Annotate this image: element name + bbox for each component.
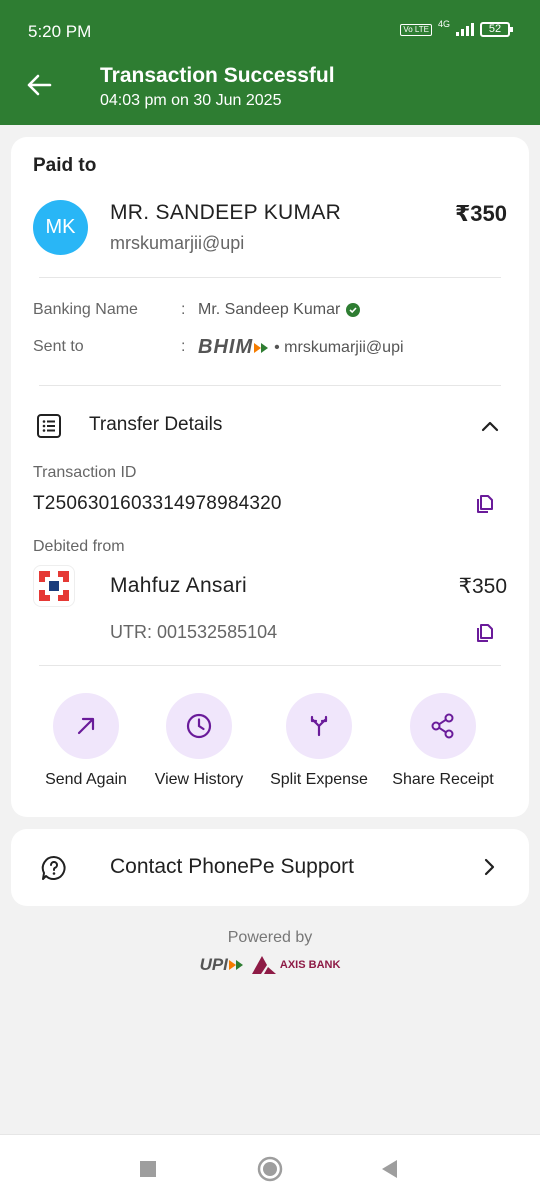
colon: : <box>181 301 186 318</box>
share-icon <box>431 713 454 739</box>
banking-name-text: Mr. Sandeep Kumar <box>198 301 341 318</box>
share-receipt-button[interactable]: Share Receipt <box>378 693 508 789</box>
divider <box>39 385 501 386</box>
transfer-details-title[interactable]: Transfer Details <box>89 414 222 436</box>
page-title: Transaction Successful <box>100 64 335 87</box>
signal-icon <box>456 23 474 36</box>
transaction-id-label: Transaction ID <box>33 464 137 481</box>
verified-shield-icon <box>346 303 361 317</box>
status-icons: Vo LTE 4G 52 <box>400 18 513 37</box>
divider <box>39 277 501 278</box>
axis-bank-text: AXIS BANK <box>279 959 341 971</box>
copy-icon[interactable] <box>475 621 497 643</box>
header: 5:20 PM Vo LTE 4G 52 Transaction Success… <box>0 0 540 125</box>
clock-icon <box>186 713 212 739</box>
sent-to-upi: • mrskumarjii@upi <box>274 338 404 356</box>
send-again-label: Send Again <box>45 771 127 788</box>
share-receipt-label: Share Receipt <box>392 771 494 788</box>
bhim-logo: BHIM <box>198 336 269 359</box>
split-expense-button[interactable]: Split Expense <box>254 693 384 789</box>
chevron-up-icon[interactable] <box>479 415 501 437</box>
debit-amount: ₹350 <box>458 575 507 598</box>
debited-from-label: Debited from <box>33 538 125 555</box>
paid-to-heading: Paid to <box>33 155 97 176</box>
sent-to-value: BHIM • mrskumarjii@upi <box>198 336 404 359</box>
action-circle[interactable] <box>286 693 352 759</box>
transaction-id-value: T2506301603314978984320 <box>33 493 282 514</box>
divider <box>39 665 501 666</box>
home-icon[interactable] <box>256 1155 284 1183</box>
banking-name-value: Mr. Sandeep Kumar <box>198 301 361 319</box>
upi-logo-text: UPI <box>199 955 228 974</box>
paid-amount: ₹350 <box>454 201 507 226</box>
volte-indicator: Vo LTE <box>400 23 432 36</box>
sent-to-label: Sent to <box>33 338 84 355</box>
transaction-card: Paid to MK MR. SANDEEP KUMAR mrskumarjii… <box>11 137 529 817</box>
view-history-button[interactable]: View History <box>134 693 264 789</box>
chevron-right-icon <box>484 858 495 876</box>
bhim-logo-text: BHIM <box>198 336 254 358</box>
contact-support-row[interactable]: Contact PhonePe Support <box>11 829 529 906</box>
copy-icon[interactable] <box>475 492 497 514</box>
send-again-button[interactable]: Send Again <box>21 693 151 789</box>
split-expense-label: Split Expense <box>270 771 368 788</box>
split-icon <box>310 715 328 737</box>
list-document-icon <box>37 414 61 438</box>
back-nav-icon[interactable] <box>376 1155 404 1183</box>
network-type: 4G <box>437 18 450 29</box>
battery-icon: 52 <box>480 22 513 37</box>
upi-logo: UPI <box>200 955 243 975</box>
transaction-timestamp: 04:03 pm on 30 Jun 2025 <box>100 92 282 109</box>
bank-logo <box>33 565 75 607</box>
recents-icon[interactable] <box>134 1155 162 1183</box>
payee-name: MR. SANDEEP KUMAR <box>110 201 342 224</box>
powered-by-label: Powered by <box>227 929 313 946</box>
payee-avatar: MK <box>33 200 88 255</box>
action-circle[interactable] <box>166 693 232 759</box>
utr-number: UTR: 001532585104 <box>110 622 278 642</box>
colon: : <box>181 338 186 355</box>
payee-upi-id: mrskumarjii@upi <box>110 233 245 253</box>
banking-name-label: Banking Name <box>33 301 138 318</box>
partner-logos: UPI AXIS BANK <box>0 955 540 975</box>
view-history-label: View History <box>154 771 244 788</box>
axis-bank-logo: AXIS BANK <box>251 955 341 975</box>
debit-account-name: Mahfuz Ansari <box>110 574 247 597</box>
help-circle-icon <box>41 855 66 880</box>
action-circle[interactable] <box>53 693 119 759</box>
action-circle[interactable] <box>410 693 476 759</box>
system-nav-bar <box>0 1134 540 1200</box>
back-arrow-icon[interactable] <box>24 70 54 100</box>
contact-support-label: Contact PhonePe Support <box>110 855 355 878</box>
status-time: 5:20 PM <box>28 22 92 41</box>
arrow-up-right-icon <box>77 717 95 735</box>
